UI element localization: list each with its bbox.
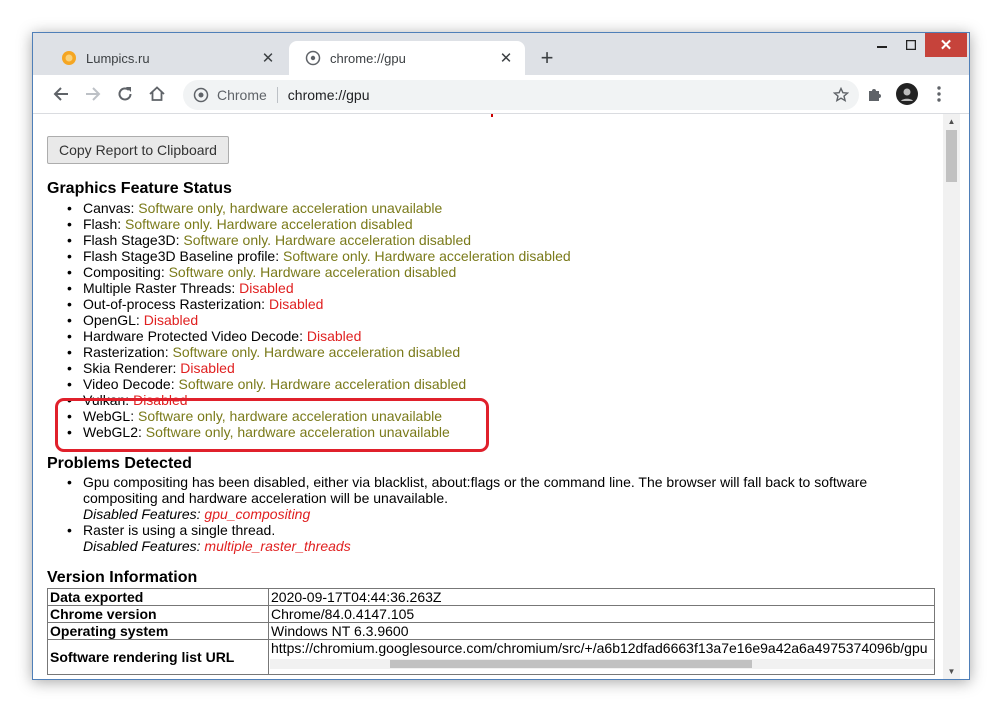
tab-lumpics[interactable]: Lumpics.ru ✕ — [45, 41, 287, 75]
feature-status: Disabled — [268, 296, 324, 312]
feature-item: Flash Stage3D Baseline profile: Software… — [65, 248, 571, 264]
copy-report-button[interactable]: Copy Report to Clipboard — [47, 136, 229, 164]
version-heading: Version Information — [47, 569, 198, 586]
version-value: Windows NT 6.3.9600 — [268, 622, 935, 640]
horizontal-scrollbar[interactable] — [270, 659, 934, 669]
table-row: Operating system Windows NT 6.3.9600 — [47, 622, 935, 640]
globe-icon — [305, 50, 321, 66]
feature-status: Software only. Hardware acceleration dis… — [168, 264, 457, 280]
disabled-features-label: Disabled Features: — [83, 538, 201, 554]
feature-name: Compositing: — [83, 264, 165, 280]
feature-name: Flash: — [83, 216, 122, 232]
tab-title: Lumpics.ru — [86, 50, 150, 66]
vertical-scrollbar[interactable]: ▲ ▼ — [943, 114, 960, 679]
cropped-text-fragment — [491, 114, 493, 117]
minimize-button[interactable] — [867, 33, 897, 57]
page-content: Copy Report to Clipboard Graphics Featur… — [33, 114, 943, 679]
feature-name: Multiple Raster Threads: — [83, 280, 236, 296]
bookmark-star-icon[interactable] — [833, 87, 849, 103]
problem-text: Gpu compositing has been disabled, eithe… — [83, 474, 868, 506]
feature-name: Hardware Protected Video Decode: — [83, 328, 303, 344]
window-close-button[interactable]: ✕ — [925, 33, 967, 57]
feature-name: Canvas: — [83, 200, 135, 216]
feature-item: Flash: Software only. Hardware accelerat… — [65, 216, 571, 232]
feature-status: Disabled — [143, 312, 199, 328]
close-tab-icon[interactable]: ✕ — [495, 47, 517, 69]
feature-name: Flash Stage3D: — [83, 232, 180, 248]
problem-item: Raster is using a single thread. Disable… — [65, 522, 915, 554]
chrome-logo-icon — [193, 87, 209, 103]
version-value[interactable]: https://chromium.googlesource.com/chromi… — [268, 639, 935, 675]
table-row: Chrome version Chrome/84.0.4147.105 — [47, 605, 935, 623]
feature-status: Disabled — [180, 360, 235, 376]
address-bar[interactable]: Chrome chrome://gpu — [183, 80, 859, 110]
feature-status: Software only, hardware acceleration una… — [138, 200, 443, 216]
feature-name: Rasterization: — [83, 344, 169, 360]
feature-item: Canvas: Software only, hardware accelera… — [65, 200, 571, 216]
problem-text: Raster is using a single thread. — [83, 522, 276, 538]
webgl-highlight-box — [55, 398, 489, 452]
version-key: Chrome version — [47, 605, 269, 623]
tab-chrome-gpu[interactable]: chrome://gpu ✕ — [289, 41, 525, 75]
feature-status: Disabled — [306, 328, 362, 344]
forward-arrow-icon[interactable] — [79, 80, 107, 108]
browser-window: Lumpics.ru ✕ chrome://gpu ✕ + ✕ Chrome c… — [32, 32, 970, 680]
disabled-feature-value: multiple_raster_threads — [204, 538, 351, 554]
table-row: Software rendering list URL https://chro… — [47, 639, 935, 675]
reload-icon[interactable] — [111, 80, 139, 108]
table-row: Data exported 2020-09-17T04:44:36.263Z — [47, 588, 935, 606]
lumpics-favicon-icon — [61, 50, 77, 66]
browser-toolbar: Chrome chrome://gpu — [33, 75, 969, 114]
feature-status: Disabled — [239, 280, 294, 296]
feature-item: Skia Renderer: Disabled — [65, 360, 571, 376]
scroll-down-icon[interactable]: ▼ — [943, 664, 960, 679]
feature-status: Software only. Hardware acceleration dis… — [172, 344, 461, 360]
feature-status: Software only. Hardware acceleration dis… — [125, 216, 413, 232]
feature-name: Video Decode: — [83, 376, 175, 392]
version-key: Software rendering list URL — [47, 639, 269, 675]
version-key: Operating system — [47, 622, 269, 640]
feature-item: OpenGL: Disabled — [65, 312, 571, 328]
feature-name: OpenGL: — [83, 312, 140, 328]
feature-item: Compositing: Software only. Hardware acc… — [65, 264, 571, 280]
feature-name: Out-of-process Rasterization: — [83, 296, 266, 312]
feature-item: Multiple Raster Threads: Disabled — [65, 280, 571, 296]
version-value: Chrome/84.0.4147.105 — [268, 605, 935, 623]
feature-status-heading: Graphics Feature Status — [47, 180, 232, 197]
vertical-scroll-thumb[interactable] — [946, 130, 957, 182]
feature-item: Hardware Protected Video Decode: Disable… — [65, 328, 571, 344]
problems-list: Gpu compositing has been disabled, eithe… — [65, 474, 915, 554]
feature-item: Rasterization: Software only. Hardware a… — [65, 344, 571, 360]
problems-heading: Problems Detected — [47, 455, 192, 472]
title-bar: Lumpics.ru ✕ chrome://gpu ✕ + ✕ — [33, 33, 969, 75]
tab-title: chrome://gpu — [330, 50, 406, 66]
feature-item: Video Decode: Software only. Hardware ac… — [65, 376, 571, 392]
version-key: Data exported — [47, 588, 269, 606]
feature-item: Flash Stage3D: Software only. Hardware a… — [65, 232, 571, 248]
home-icon[interactable] — [143, 80, 171, 108]
feature-name: Skia Renderer: — [83, 360, 177, 376]
close-tab-icon[interactable]: ✕ — [257, 47, 279, 69]
maximize-button[interactable] — [897, 33, 925, 57]
feature-status: Software only. Hardware acceleration dis… — [183, 232, 472, 248]
feature-status: Software only. Hardware acceleration dis… — [178, 376, 467, 392]
site-label: Chrome — [217, 87, 267, 103]
profile-avatar[interactable] — [893, 80, 921, 108]
horizontal-scroll-thumb[interactable] — [390, 660, 752, 668]
more-menu-icon[interactable] — [925, 80, 953, 108]
disabled-features-label: Disabled Features: — [83, 506, 201, 522]
omnibox-divider — [276, 87, 278, 103]
scroll-up-icon[interactable]: ▲ — [943, 114, 960, 129]
disabled-feature-value: gpu_compositing — [204, 506, 311, 522]
feature-name: Flash Stage3D Baseline profile: — [83, 248, 280, 264]
feature-status: Software only. Hardware acceleration dis… — [283, 248, 571, 264]
version-value: 2020-09-17T04:44:36.263Z — [268, 588, 935, 606]
new-tab-button[interactable]: + — [533, 44, 561, 72]
extensions-puzzle-icon[interactable] — [861, 80, 889, 108]
problem-item: Gpu compositing has been disabled, eithe… — [65, 474, 915, 522]
back-arrow-icon[interactable] — [47, 80, 75, 108]
url-text[interactable]: chrome://gpu — [288, 87, 370, 103]
feature-item: Out-of-process Rasterization: Disabled — [65, 296, 571, 312]
